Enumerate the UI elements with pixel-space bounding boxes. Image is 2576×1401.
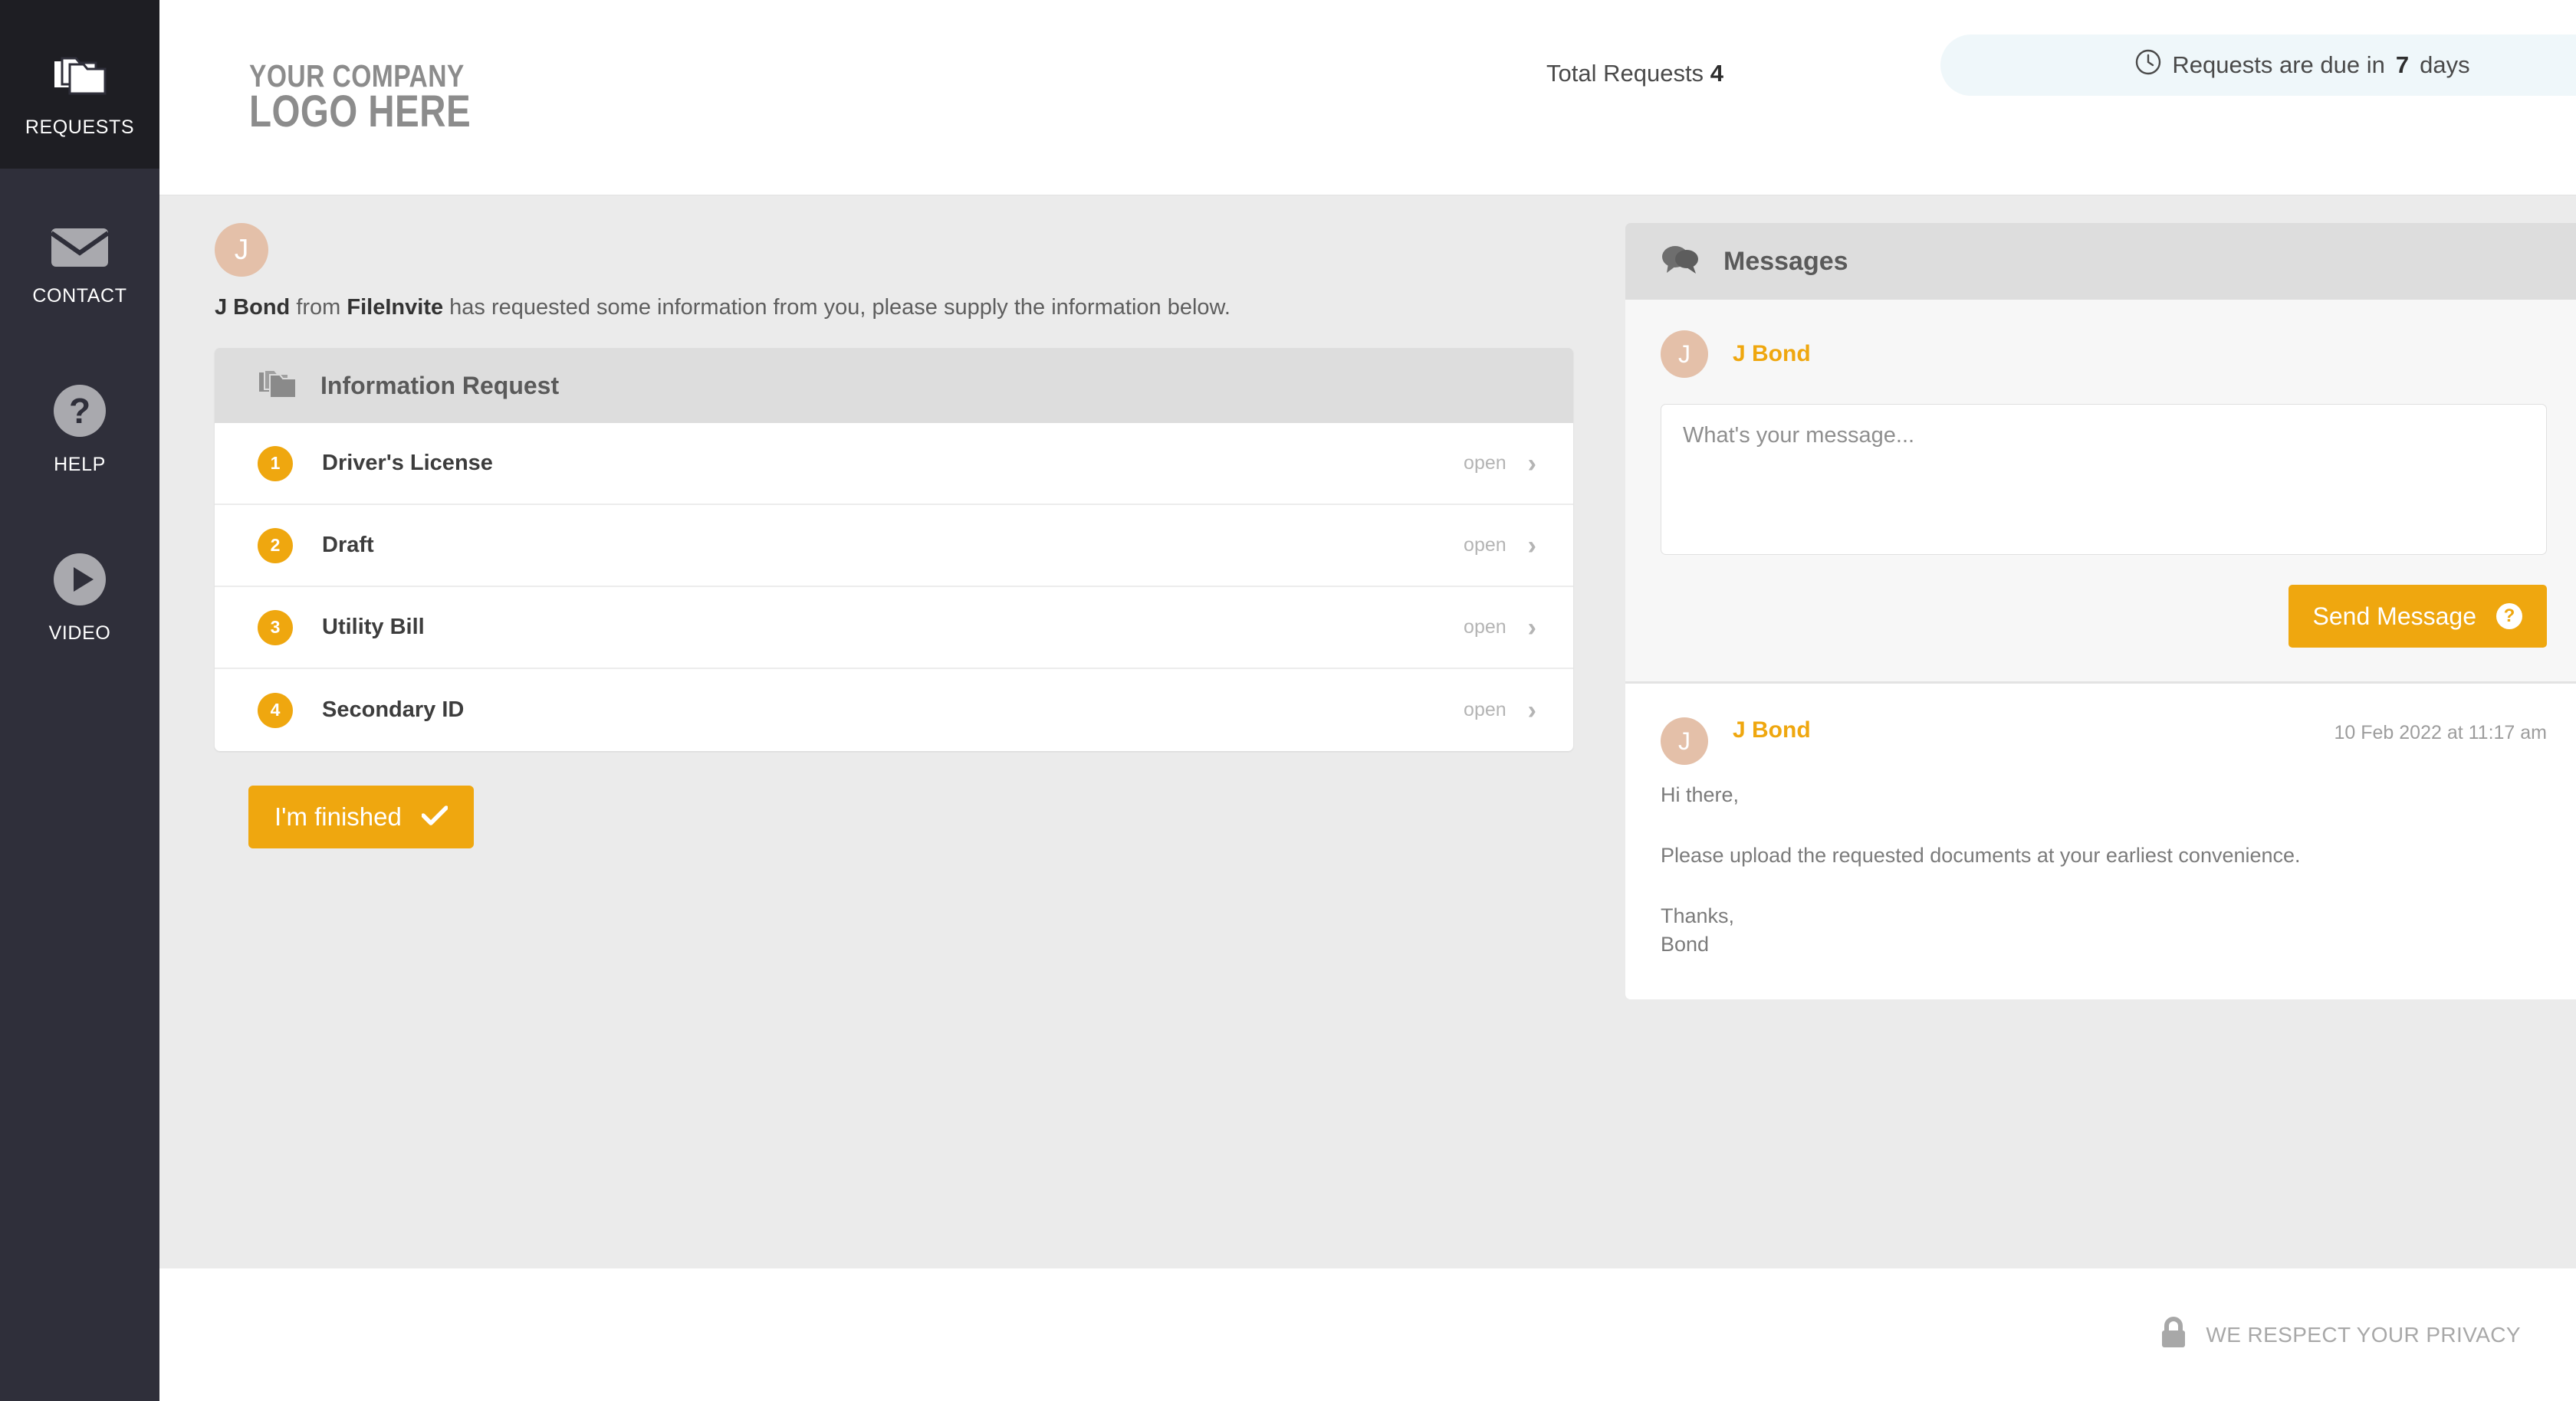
row-title: Driver's License [322, 451, 493, 475]
due-badge: Requests are due in 7 days [1940, 34, 2576, 96]
main-column: YOUR COMPANY LOGO HERE Total Requests 4 … [159, 0, 2576, 1401]
thread-line-2: Please upload the requested documents at… [1661, 844, 2301, 867]
privacy-text: WE RESPECT YOUR PRIVACY [2206, 1322, 2521, 1347]
thread-line-3: Thanks, [1661, 904, 1735, 927]
im-finished-label: I'm finished [274, 802, 402, 831]
due-days: 7 [2395, 51, 2410, 78]
page-header: YOUR COMPANY LOGO HERE Total Requests 4 … [159, 0, 2576, 195]
row-status: open [1464, 616, 1506, 638]
compose-author-name: J Bond [1733, 341, 1811, 366]
row-title: Draft [322, 533, 374, 557]
content-area: J J Bond from FileInvite has requested s… [159, 195, 2576, 1268]
chevron-right-icon[interactable]: › [1528, 615, 1536, 641]
messages-title: Messages [1723, 246, 1848, 276]
app-root: REQUESTS CONTACT ? HELP VIDEO YOUR COMPA… [0, 0, 2576, 1401]
message-compose: J J Bond Send Message ? [1625, 300, 2576, 684]
chat-bubbles-icon [1661, 244, 1700, 280]
total-requests-label: Total Requests [1546, 60, 1704, 87]
intro-sender: J Bond [215, 295, 291, 320]
intro-rest: has requested some information from you,… [449, 295, 1230, 320]
row-title: Secondary ID [322, 697, 465, 722]
folders-icon [51, 31, 108, 101]
sidebar-item-label: REQUESTS [25, 116, 135, 138]
clock-icon [2135, 49, 2161, 81]
total-requests: Total Requests 4 [1546, 60, 1723, 87]
row-status: open [1464, 452, 1506, 474]
sidebar-item-requests[interactable]: REQUESTS [0, 0, 159, 169]
company-logo: YOUR COMPANY LOGO HERE [249, 61, 472, 137]
due-suffix: days [2420, 51, 2470, 78]
chevron-right-icon[interactable]: › [1528, 533, 1536, 559]
lock-icon [2158, 1316, 2189, 1353]
im-finished-button[interactable]: I'm finished [248, 786, 474, 848]
row-title: Utility Bill [322, 615, 425, 639]
chevron-right-icon[interactable]: › [1528, 451, 1536, 477]
thread-author-name: J Bond [1733, 717, 1811, 743]
envelope-icon [50, 199, 110, 270]
message-input[interactable] [1661, 404, 2547, 555]
row-status: open [1464, 699, 1506, 720]
row-status: open [1464, 534, 1506, 556]
request-card-title: Information Request [320, 371, 560, 399]
due-prefix: Requests are due in [2172, 51, 2385, 78]
information-request-card: Information Request 1 Driver's License o… [215, 348, 1573, 751]
table-row[interactable]: 4 Secondary ID open › [215, 669, 1573, 751]
intro-text: J Bond from FileInvite has requested som… [215, 295, 1590, 320]
question-circle-icon: ? [2496, 603, 2522, 629]
svg-text:?: ? [69, 391, 90, 431]
messages-panel: Messages J J Bond Send Message ? [1625, 223, 2576, 999]
chevron-right-icon[interactable]: › [1528, 697, 1536, 723]
row-number-badge: 4 [258, 692, 293, 728]
compose-author-row: J J Bond [1661, 330, 2547, 378]
avatar: J [215, 223, 268, 277]
send-message-button[interactable]: Send Message ? [2288, 585, 2547, 648]
total-requests-count: 4 [1710, 60, 1723, 87]
table-row[interactable]: 1 Driver's License open › [215, 423, 1573, 505]
thread-line-4: Bond [1661, 933, 1710, 956]
row-number-badge: 3 [258, 609, 293, 645]
row-number-badge: 2 [258, 527, 293, 563]
requests-column: J J Bond from FileInvite has requested s… [187, 223, 1590, 1268]
thread-body: Hi there, Please upload the requested do… [1661, 785, 2547, 955]
send-row: Send Message ? [1661, 585, 2547, 648]
send-message-label: Send Message [2312, 602, 2476, 630]
sidebar-item-help[interactable]: ? HELP [0, 337, 159, 506]
table-row[interactable]: 2 Draft open › [215, 505, 1573, 587]
thread-line-1: Hi there, [1661, 783, 1740, 806]
sidebar-item-contact[interactable]: CONTACT [0, 169, 159, 337]
thread-header: J J Bond 10 Feb 2022 at 11:17 am [1661, 717, 2547, 765]
thread-timestamp: 10 Feb 2022 at 11:17 am [2334, 722, 2547, 743]
avatar: J [1661, 717, 1708, 765]
intro-from: from [296, 295, 341, 320]
sidebar-item-label: CONTACT [32, 284, 127, 307]
page-footer: WE RESPECT YOUR PRIVACY [159, 1268, 2576, 1401]
intro-company: FileInvite [347, 295, 444, 320]
play-circle-icon [52, 536, 107, 607]
sidebar: REQUESTS CONTACT ? HELP VIDEO [0, 0, 159, 1401]
check-icon [421, 803, 449, 832]
sidebar-item-label: HELP [54, 453, 106, 475]
question-circle-icon: ? [52, 368, 107, 438]
messages-header: Messages [1625, 223, 2576, 300]
folders-icon [258, 367, 297, 405]
sidebar-item-label: VIDEO [48, 622, 111, 644]
row-number-badge: 1 [258, 445, 293, 481]
message-thread: J J Bond 10 Feb 2022 at 11:17 am Hi ther… [1625, 684, 2576, 999]
table-row[interactable]: 3 Utility Bill open › [215, 587, 1573, 669]
request-card-header: Information Request [215, 348, 1573, 423]
logo-line-2: LOGO HERE [249, 87, 472, 137]
avatar: J [1661, 330, 1708, 378]
sidebar-item-video[interactable]: VIDEO [0, 506, 159, 674]
